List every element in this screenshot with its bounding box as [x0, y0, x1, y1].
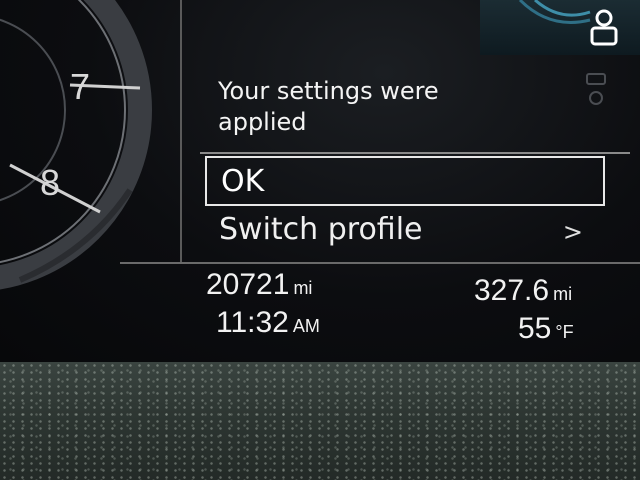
tick-label-8: 8	[40, 162, 61, 203]
temperature-unit: °F	[555, 322, 574, 342]
profile-icon-secondary	[586, 73, 606, 105]
range-value: 327.6	[474, 274, 550, 307]
temperature-value: 55	[518, 312, 552, 345]
switch-profile-label: Switch profile	[219, 212, 423, 247]
dust-texture	[0, 362, 640, 480]
odometer-value: 20721	[206, 268, 290, 301]
clock-time: 11:32	[216, 306, 289, 339]
tick-label-7: 7	[70, 66, 91, 107]
tachometer-gauge	[0, 0, 152, 290]
profile-icon	[590, 9, 618, 46]
chevron-right-icon: >	[562, 218, 583, 246]
clock-ampm: AM	[292, 316, 320, 336]
tachometer-ring	[0, 0, 152, 290]
odometer-unit: mi	[293, 278, 313, 298]
clock: 11:32 AM	[216, 306, 320, 340]
range: 327.6 mi	[474, 274, 572, 308]
dialog-divider	[200, 152, 630, 154]
ok-button[interactable]: OK	[205, 156, 605, 206]
instrument-cluster: 7 8 Your settings were applied OK Switch…	[0, 0, 640, 362]
panel-divider	[180, 0, 182, 262]
ok-label: OK	[221, 164, 265, 199]
info-divider	[120, 262, 640, 264]
range-unit: mi	[553, 284, 573, 304]
dashboard-surface	[0, 362, 640, 480]
settings-applied-message: Your settings were applied	[218, 77, 439, 136]
temperature: 55 °F	[518, 312, 574, 346]
odometer: 20721 mi	[206, 268, 312, 302]
switch-profile-item[interactable]: Switch profile >	[205, 210, 605, 256]
